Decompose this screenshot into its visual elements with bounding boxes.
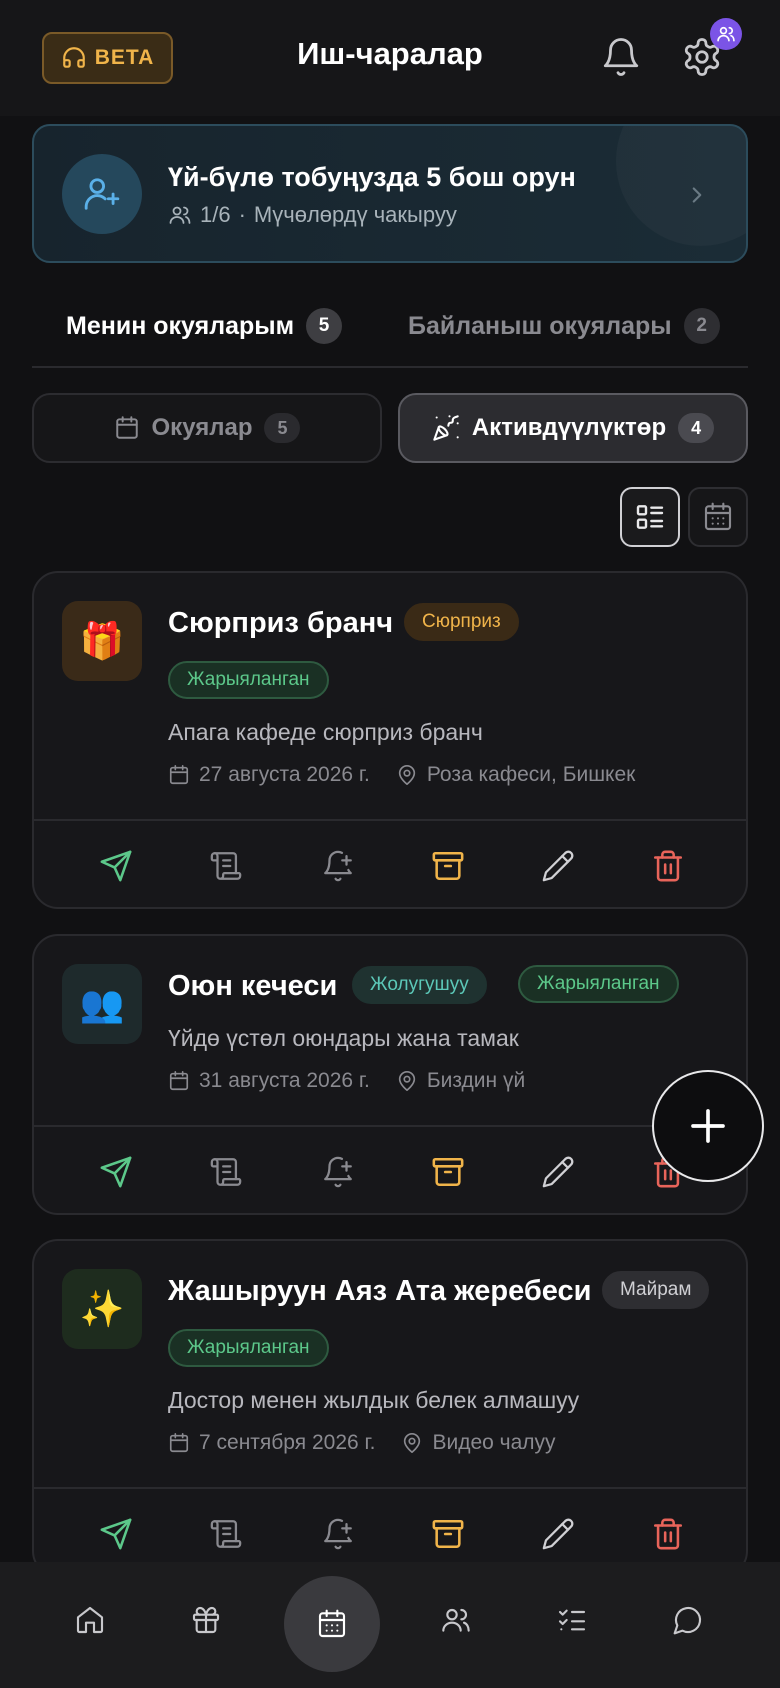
- chat-icon[interactable]: [670, 1602, 706, 1638]
- tab-contact-events[interactable]: Байланыш окуялары 2: [408, 308, 720, 344]
- status-badge: Жарыяланган: [518, 965, 679, 1003]
- card-date: 7 сентября 2026 г.: [199, 1431, 376, 1454]
- bell-plus-icon[interactable]: [318, 846, 358, 886]
- page-title: Иш-чаралар: [297, 36, 483, 71]
- archive-icon[interactable]: [428, 846, 468, 886]
- pencil-icon[interactable]: [538, 1514, 578, 1554]
- activity-card[interactable]: 🎁 Сюрприз бранч Сюрприз Жарыяланган Апаг…: [32, 571, 748, 909]
- card-location: Видео чалуу: [432, 1431, 556, 1454]
- tab-count: 5: [306, 308, 343, 344]
- home-icon[interactable]: [72, 1602, 108, 1638]
- tab-my-events[interactable]: Менин окуяларым 5: [66, 308, 343, 344]
- card-actions: [34, 1125, 746, 1213]
- scroll-icon[interactable]: [206, 846, 246, 886]
- activity-card[interactable]: 👥 Оюн кечеси Жолугушуу Жарыяланган Үйдө …: [32, 934, 748, 1215]
- category-badge: Сюрприз: [404, 603, 519, 641]
- card-title: Оюн кечеси: [168, 970, 338, 1002]
- users-icon: [168, 203, 192, 227]
- segment-activities[interactable]: Активдүүлүктөр 4: [398, 393, 748, 463]
- card-location: Биздин үй: [426, 1069, 526, 1092]
- send-icon[interactable]: [96, 1152, 136, 1192]
- segment-label: Окуялар: [151, 414, 253, 441]
- calendar-icon: [114, 415, 140, 441]
- card-description: Апага кафеде сюрприз бранч: [168, 719, 483, 745]
- send-icon[interactable]: [96, 1514, 136, 1554]
- segment-count: 4: [678, 413, 715, 443]
- calendar-view-button[interactable]: [688, 487, 748, 547]
- archive-icon[interactable]: [428, 1152, 468, 1192]
- card-meta: 31 августа 2026 г. Биздин үй: [168, 1069, 525, 1093]
- card-meta: 27 августа 2026 г. Роза кафеси, Бишкек: [168, 763, 635, 787]
- trash-icon[interactable]: [648, 846, 688, 886]
- chevron-right-icon: [684, 182, 710, 208]
- banner-decoration: [616, 126, 746, 246]
- calendar-icon: [168, 1432, 190, 1454]
- list-view-button[interactable]: [620, 487, 680, 547]
- status-badge: Жарыяланган: [168, 1329, 329, 1367]
- tab-label: Менин окуяларым: [66, 311, 295, 340]
- card-location: Роза кафеси, Бишкек: [426, 763, 636, 786]
- event-tabs: Менин окуяларым 5 Байланыш окуялары 2: [32, 304, 748, 368]
- calendar-view-icon: [702, 501, 734, 533]
- invite-members-link: Мүчөлөрдү чакыруу: [253, 202, 457, 227]
- app-header: BETA Иш-чаралар: [0, 0, 780, 116]
- family-badge-icon: [710, 18, 742, 50]
- segment-events[interactable]: Окуялар 5: [32, 393, 382, 463]
- scroll-icon[interactable]: [206, 1152, 246, 1192]
- banner-title: Үй-бүлө тобуңузда 5 бош орун: [168, 162, 576, 192]
- archive-icon[interactable]: [428, 1514, 468, 1554]
- gift-emoji-icon: 🎁: [62, 601, 142, 681]
- card-actions: [34, 819, 746, 907]
- bell-plus-icon[interactable]: [318, 1514, 358, 1554]
- status-badge: Жарыяланган: [168, 661, 329, 699]
- calendar-icon: [168, 1070, 190, 1092]
- calendar-icon: [316, 1608, 348, 1640]
- send-icon[interactable]: [96, 846, 136, 886]
- people-emoji-icon: 👥: [62, 964, 142, 1044]
- gift-icon[interactable]: [188, 1602, 224, 1638]
- calendar-icon: [168, 764, 190, 786]
- card-meta: 7 сентября 2026 г. Видео чалуу: [168, 1431, 556, 1455]
- bell-plus-icon[interactable]: [318, 1152, 358, 1192]
- category-badge: Майрам: [602, 1271, 710, 1309]
- separator: ·: [238, 202, 246, 227]
- card-description: Достор менен жылдык белек алмашуу: [168, 1387, 580, 1413]
- trash-icon[interactable]: [648, 1514, 688, 1554]
- card-date: 31 августа 2026 г.: [199, 1069, 370, 1092]
- member-count: 1/6: [200, 202, 231, 227]
- card-title: Сюрприз бранч: [168, 607, 394, 639]
- bottom-navigation: [0, 1562, 780, 1688]
- activity-card[interactable]: ✨ Жашыруун Аяз Ата жеребеси Майрам Жарыя…: [32, 1239, 748, 1577]
- category-badge: Жолугушуу: [352, 966, 487, 1004]
- tab-count: 2: [683, 308, 720, 344]
- nav-events-active[interactable]: [284, 1576, 380, 1672]
- add-user-icon: [62, 154, 142, 234]
- location-pin-icon: [401, 1432, 423, 1454]
- location-pin-icon: [396, 1070, 418, 1092]
- plus-icon: [688, 1106, 728, 1146]
- add-activity-button[interactable]: [652, 1070, 764, 1182]
- sparkles-emoji-icon: ✨: [62, 1269, 142, 1349]
- pencil-icon[interactable]: [538, 1152, 578, 1192]
- segment-count: 5: [264, 413, 301, 443]
- notifications-icon[interactable]: [600, 36, 642, 78]
- scroll-icon[interactable]: [206, 1514, 246, 1554]
- family-invite-banner[interactable]: Үй-бүлө тобуңузда 5 бош орун 1/6 · Мүчөл…: [32, 124, 748, 263]
- pencil-icon[interactable]: [538, 846, 578, 886]
- banner-subtitle: 1/6 · Мүчөлөрдү чакыруу: [168, 202, 457, 228]
- list-view-icon: [634, 501, 666, 533]
- location-pin-icon: [396, 764, 418, 786]
- party-popper-icon: [432, 414, 460, 442]
- card-description: Үйдө үстөл оюндары жана тамак: [168, 1025, 519, 1051]
- segment-label: Активдүүлүктөр: [471, 414, 667, 441]
- card-date: 27 августа 2026 г.: [199, 763, 370, 786]
- users-icon[interactable]: [438, 1602, 474, 1638]
- checklist-icon[interactable]: [554, 1602, 590, 1638]
- tab-label: Байланыш окуялары: [408, 311, 672, 340]
- card-title: Жашыруун Аяз Ата жеребеси: [168, 1275, 592, 1307]
